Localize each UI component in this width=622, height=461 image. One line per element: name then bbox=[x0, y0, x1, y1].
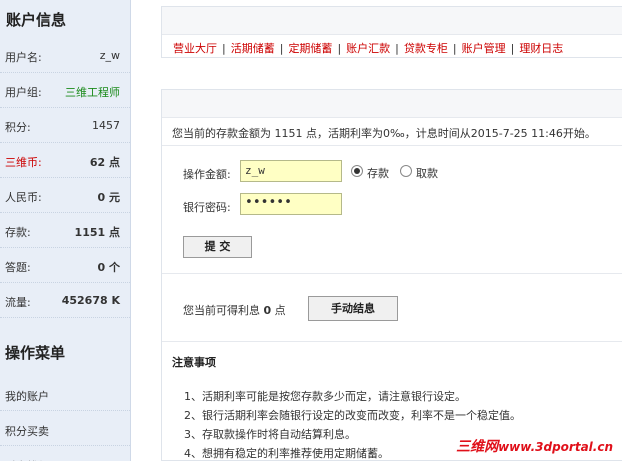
nav-separator: | bbox=[510, 42, 515, 55]
amount-label: 操作金额: bbox=[183, 168, 231, 181]
info-key: 三维币: bbox=[5, 156, 42, 169]
info-row-deposit: 存款: 1151 点 bbox=[0, 213, 130, 248]
withdraw-radio-label: 取款 bbox=[416, 167, 438, 180]
manual-settle-interest-button[interactable]: 手动结息 bbox=[308, 296, 398, 321]
info-value: 1457 bbox=[92, 119, 120, 132]
divider bbox=[162, 145, 622, 146]
menu-item-wealth-ranking[interactable]: 财富排行 bbox=[0, 446, 130, 461]
nav-link-loans[interactable]: 贷款专柜 bbox=[404, 42, 448, 55]
info-key: 用户组: bbox=[5, 86, 42, 99]
info-key: 答题: bbox=[5, 261, 31, 274]
nav-link-fixed-savings[interactable]: 定期储蓄 bbox=[288, 42, 332, 55]
nav-separator: | bbox=[337, 42, 342, 55]
info-row-rmb: 人民币: 0 元 bbox=[0, 178, 130, 213]
nav-link-lobby[interactable]: 营业大厅 bbox=[173, 42, 217, 55]
bank-nav-box: 营业大厅 | 活期储蓄 | 定期储蓄 | 账户汇款 | 贷款专柜 | 账户管理 | 理财日志 bbox=[161, 6, 622, 58]
withdraw-radio[interactable] bbox=[400, 165, 412, 177]
info-value: 452678 K bbox=[61, 294, 120, 307]
nav-separator: | bbox=[222, 42, 226, 55]
nav-separator: | bbox=[279, 42, 284, 55]
savings-form-box: 您当前的存款金额为 1151 点，活期利率为0‰，计息时间从2015-7-25 … bbox=[161, 89, 622, 461]
form-header-bar bbox=[162, 90, 622, 118]
amount-input[interactable]: z_w bbox=[240, 160, 342, 182]
deposit-status-text: 您当前的存款金额为 1151 点，活期利率为0‰，计息时间从2015-7-25 … bbox=[172, 127, 596, 140]
info-row-answers: 答题: 0 个 bbox=[0, 248, 130, 283]
info-key: 用户名: bbox=[5, 51, 42, 64]
sidebar: 账户信息 用户名: z_w 用户组: 三维工程师 积分: 1457 三维币: 6… bbox=[0, 0, 131, 461]
deposit-radio-label: 存款 bbox=[367, 167, 389, 180]
info-value: 1151 点 bbox=[74, 226, 120, 239]
bank-nav-links: 营业大厅 | 活期储蓄 | 定期储蓄 | 账户汇款 | 贷款专柜 | 账户管理 | 理财日志 bbox=[173, 40, 563, 56]
interest-text: 您当前可得利息 0 点 bbox=[183, 304, 286, 317]
nav-separator: | bbox=[452, 42, 457, 55]
info-row-usergroup: 用户组: 三维工程师 bbox=[0, 73, 130, 108]
info-row-3d-coins: 三维币: 62 点 bbox=[0, 143, 130, 178]
nav-link-account-management[interactable]: 账户管理 bbox=[462, 42, 506, 55]
password-label: 银行密码: bbox=[183, 201, 231, 214]
nav-header-bar bbox=[162, 7, 622, 35]
info-row-traffic: 流量: 452678 K bbox=[0, 283, 130, 318]
info-key: 积分: bbox=[5, 121, 31, 134]
info-value: 62 点 bbox=[89, 156, 120, 169]
deposit-radio[interactable] bbox=[351, 165, 363, 177]
nav-link-finance-log[interactable]: 理财日志 bbox=[519, 42, 563, 55]
divider bbox=[162, 341, 622, 342]
menu-item-my-account[interactable]: 我的账户 bbox=[0, 376, 130, 411]
nav-link-current-savings[interactable]: 活期储蓄 bbox=[231, 42, 275, 55]
interest-value: 0 bbox=[263, 304, 272, 317]
submit-button[interactable]: 提 交 bbox=[183, 236, 252, 258]
info-key: 存款: bbox=[5, 226, 31, 239]
note-item: 2、银行活期利率会随银行设定的改变而改变，利率不是一个稳定值。 bbox=[184, 409, 521, 422]
password-input[interactable]: •••••• bbox=[240, 193, 342, 215]
note-item: 4、想拥有稳定的利率推荐使用定期储蓄。 bbox=[184, 447, 389, 460]
info-key: 人民币: bbox=[5, 191, 42, 204]
info-value: z_w bbox=[99, 49, 120, 62]
info-value: 0 元 bbox=[97, 191, 120, 204]
account-info-title: 账户信息 bbox=[6, 11, 67, 29]
notes-title: 注意事项 bbox=[172, 356, 216, 369]
info-row-username: 用户名: z_w bbox=[0, 38, 130, 73]
info-value: 三维工程师 bbox=[65, 86, 120, 99]
nav-link-remittance[interactable]: 账户汇款 bbox=[346, 42, 390, 55]
operation-menu-title: 操作菜单 bbox=[5, 344, 66, 362]
note-item: 1、活期利率可能是按您存款多少而定，请注意银行设定。 bbox=[184, 390, 466, 403]
menu-item-points-trade[interactable]: 积分买卖 bbox=[0, 411, 130, 446]
main-content: 营业大厅 | 活期储蓄 | 定期储蓄 | 账户汇款 | 贷款专柜 | 账户管理 | 理财日志 您当前的存… bbox=[161, 0, 622, 461]
note-item: 3、存取款操作时将自动结算利息。 bbox=[184, 428, 356, 441]
nav-separator: | bbox=[395, 42, 399, 55]
divider bbox=[162, 273, 622, 274]
site-watermark: 三维网www.3dportal.cn bbox=[453, 435, 616, 457]
info-key: 流量: bbox=[5, 296, 31, 309]
info-row-points: 积分: 1457 bbox=[0, 108, 130, 143]
info-value: 0 个 bbox=[97, 261, 120, 274]
